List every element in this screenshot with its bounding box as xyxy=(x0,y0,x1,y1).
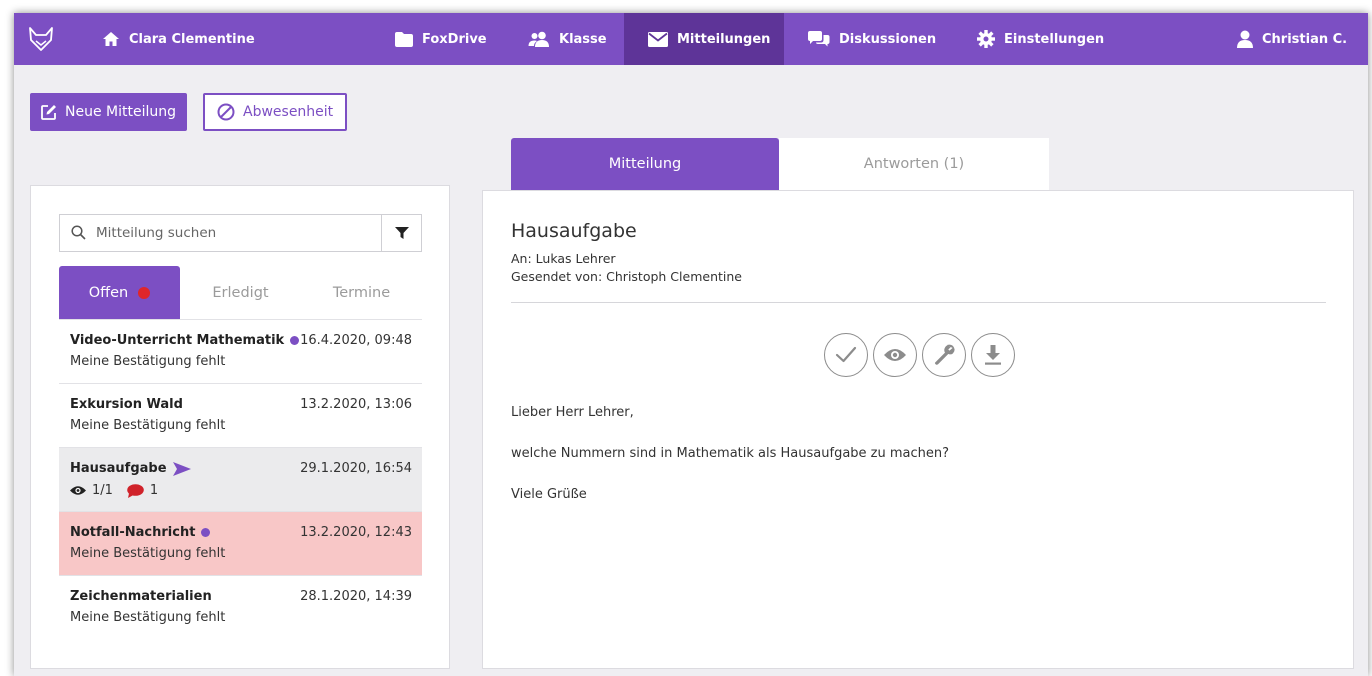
message-actions xyxy=(824,333,1015,377)
app-window: Clara Clementine FoxDrive Klasse Mitteil… xyxy=(14,13,1368,676)
tab-label: Termine xyxy=(332,284,391,301)
message-title: Hausaufgabe xyxy=(70,461,167,476)
sender: Gesendet von: Christoph Clementine xyxy=(511,269,742,284)
search-icon xyxy=(71,225,86,240)
settings-button[interactable] xyxy=(922,333,966,377)
message-stats: 1/1 1 xyxy=(70,483,158,498)
confirm-button[interactable] xyxy=(824,333,868,377)
envelope-icon xyxy=(648,31,668,47)
message-status: Meine Bestätigung fehlt xyxy=(70,546,226,561)
message-status: Meine Bestätigung fehlt xyxy=(70,610,226,625)
unread-dot xyxy=(290,336,300,345)
tab-label: Mitteilung xyxy=(608,156,682,172)
message-status: Meine Bestätigung fehlt xyxy=(70,418,226,433)
message-date: 13.2.2020, 12:43 xyxy=(300,525,412,540)
nav-item-einstellungen[interactable]: Einstellungen xyxy=(977,13,1104,65)
recipient: An: Lukas Lehrer xyxy=(511,251,616,266)
nav-home-label: Clara Clementine xyxy=(129,31,255,47)
new-message-button[interactable]: Neue Mitteilung xyxy=(30,93,187,131)
tab-label: Antworten (1) xyxy=(863,156,965,172)
alert-dot xyxy=(138,286,151,299)
list-tabs: Offen Erledigt Termine xyxy=(59,266,422,319)
divider xyxy=(511,302,1326,303)
search-box xyxy=(59,214,422,252)
message-title-wrap: Video-Unterricht Mathematik xyxy=(70,333,300,348)
message-date: 28.1.2020, 14:39 xyxy=(300,589,412,604)
download-button[interactable] xyxy=(971,333,1015,377)
message-title: Exkursion Wald xyxy=(70,397,183,412)
user-menu[interactable]: Christian C. xyxy=(1237,13,1347,65)
chat-icon xyxy=(808,31,830,47)
replies-count: 1 xyxy=(149,483,159,498)
tab-message[interactable]: Mitteilung xyxy=(511,138,779,190)
list-item[interactable]: Hausaufgabe 29.1.2020, 16:54 1/1 1 xyxy=(59,447,422,511)
tab-offen[interactable]: Offen xyxy=(59,266,180,319)
nav-item-foxdrive[interactable]: FoxDrive xyxy=(395,13,487,65)
top-navigation: Clara Clementine FoxDrive Klasse Mitteil… xyxy=(14,13,1368,65)
message-status: Meine Bestätigung fehlt xyxy=(70,354,226,369)
body-greeting: Lieber Herr Lehrer, xyxy=(511,405,634,420)
ban-icon xyxy=(217,103,235,121)
message-title-wrap: Hausaufgabe xyxy=(70,461,191,476)
user-icon xyxy=(1237,30,1253,48)
nav-item-diskussionen[interactable]: Diskussionen xyxy=(808,13,936,65)
absence-button[interactable]: Abwesenheit xyxy=(203,93,348,131)
message-detail-panel: Hausaufgabe An: Lukas Lehrer Gesendet vo… xyxy=(482,190,1354,669)
nav-item-label: Einstellungen xyxy=(1004,31,1105,47)
filter-button[interactable] xyxy=(381,215,421,251)
tab-termine[interactable]: Termine xyxy=(301,266,422,319)
views-count: 1/1 xyxy=(92,483,113,498)
download-icon xyxy=(985,345,1001,365)
send-icon xyxy=(172,461,191,476)
users-icon xyxy=(528,31,549,47)
nav-home[interactable]: Clara Clementine xyxy=(102,13,255,65)
body-signoff: Viele Grüße xyxy=(511,487,587,502)
list-item[interactable]: Exkursion Wald 13.2.2020, 13:06 Meine Be… xyxy=(59,383,422,447)
message-date: 13.2.2020, 13:06 xyxy=(300,397,412,412)
message-date: 16.4.2020, 09:48 xyxy=(300,333,412,348)
list-item[interactable]: Notfall-Nachricht 13.2.2020, 12:43 Meine… xyxy=(59,511,422,575)
nav-item-label: FoxDrive xyxy=(422,31,487,47)
message-title-wrap: Zeichenmaterialien xyxy=(70,589,212,604)
read-status-button[interactable] xyxy=(873,333,917,377)
fox-logo-icon xyxy=(29,27,53,51)
message-title-wrap: Notfall-Nachricht xyxy=(70,525,211,540)
eye-icon xyxy=(70,486,86,495)
message-date: 29.1.2020, 16:54 xyxy=(300,461,412,476)
list-item[interactable]: Video-Unterricht Mathematik 16.4.2020, 0… xyxy=(59,319,422,383)
list-item[interactable]: Zeichenmaterialien 28.1.2020, 14:39 Mein… xyxy=(59,575,422,639)
search-input[interactable] xyxy=(96,215,376,251)
message-title: Video-Unterricht Mathematik xyxy=(70,333,285,348)
edit-icon xyxy=(41,105,56,120)
nav-item-mitteilungen[interactable]: Mitteilungen xyxy=(624,13,784,65)
message-title: Zeichenmaterialien xyxy=(70,589,212,604)
nav-item-label: Diskussionen xyxy=(839,31,937,47)
check-icon xyxy=(835,346,857,363)
new-message-label: Neue Mitteilung xyxy=(65,104,176,120)
body-text: welche Nummern sind in Mathematik als Ha… xyxy=(511,446,950,461)
message-detail-title: Hausaufgabe xyxy=(511,220,637,242)
home-icon xyxy=(103,32,119,46)
folder-icon xyxy=(395,31,413,47)
tab-replies[interactable]: Antworten (1) xyxy=(779,138,1049,190)
message-list-panel: Offen Erledigt Termine Video-Unterricht … xyxy=(30,185,450,669)
wrench-icon xyxy=(934,344,955,365)
comment-icon xyxy=(127,483,144,498)
nav-item-klasse[interactable]: Klasse xyxy=(528,13,607,65)
eye-icon xyxy=(884,349,906,361)
gear-icon xyxy=(977,30,995,48)
absence-label: Abwesenheit xyxy=(243,104,334,120)
nav-item-label: Mitteilungen xyxy=(677,31,771,47)
tab-label: Offen xyxy=(88,284,129,301)
nav-item-label: Klasse xyxy=(559,31,607,47)
message-list: Video-Unterricht Mathematik 16.4.2020, 0… xyxy=(59,319,422,639)
fox-logo[interactable] xyxy=(28,13,54,65)
message-title-wrap: Exkursion Wald xyxy=(70,397,183,412)
tab-label: Erledigt xyxy=(212,284,269,301)
filter-icon xyxy=(394,227,409,239)
user-menu-label: Christian C. xyxy=(1262,31,1348,47)
unread-dot xyxy=(201,528,211,537)
message-title: Notfall-Nachricht xyxy=(70,525,196,540)
tab-erledigt[interactable]: Erledigt xyxy=(180,266,301,319)
